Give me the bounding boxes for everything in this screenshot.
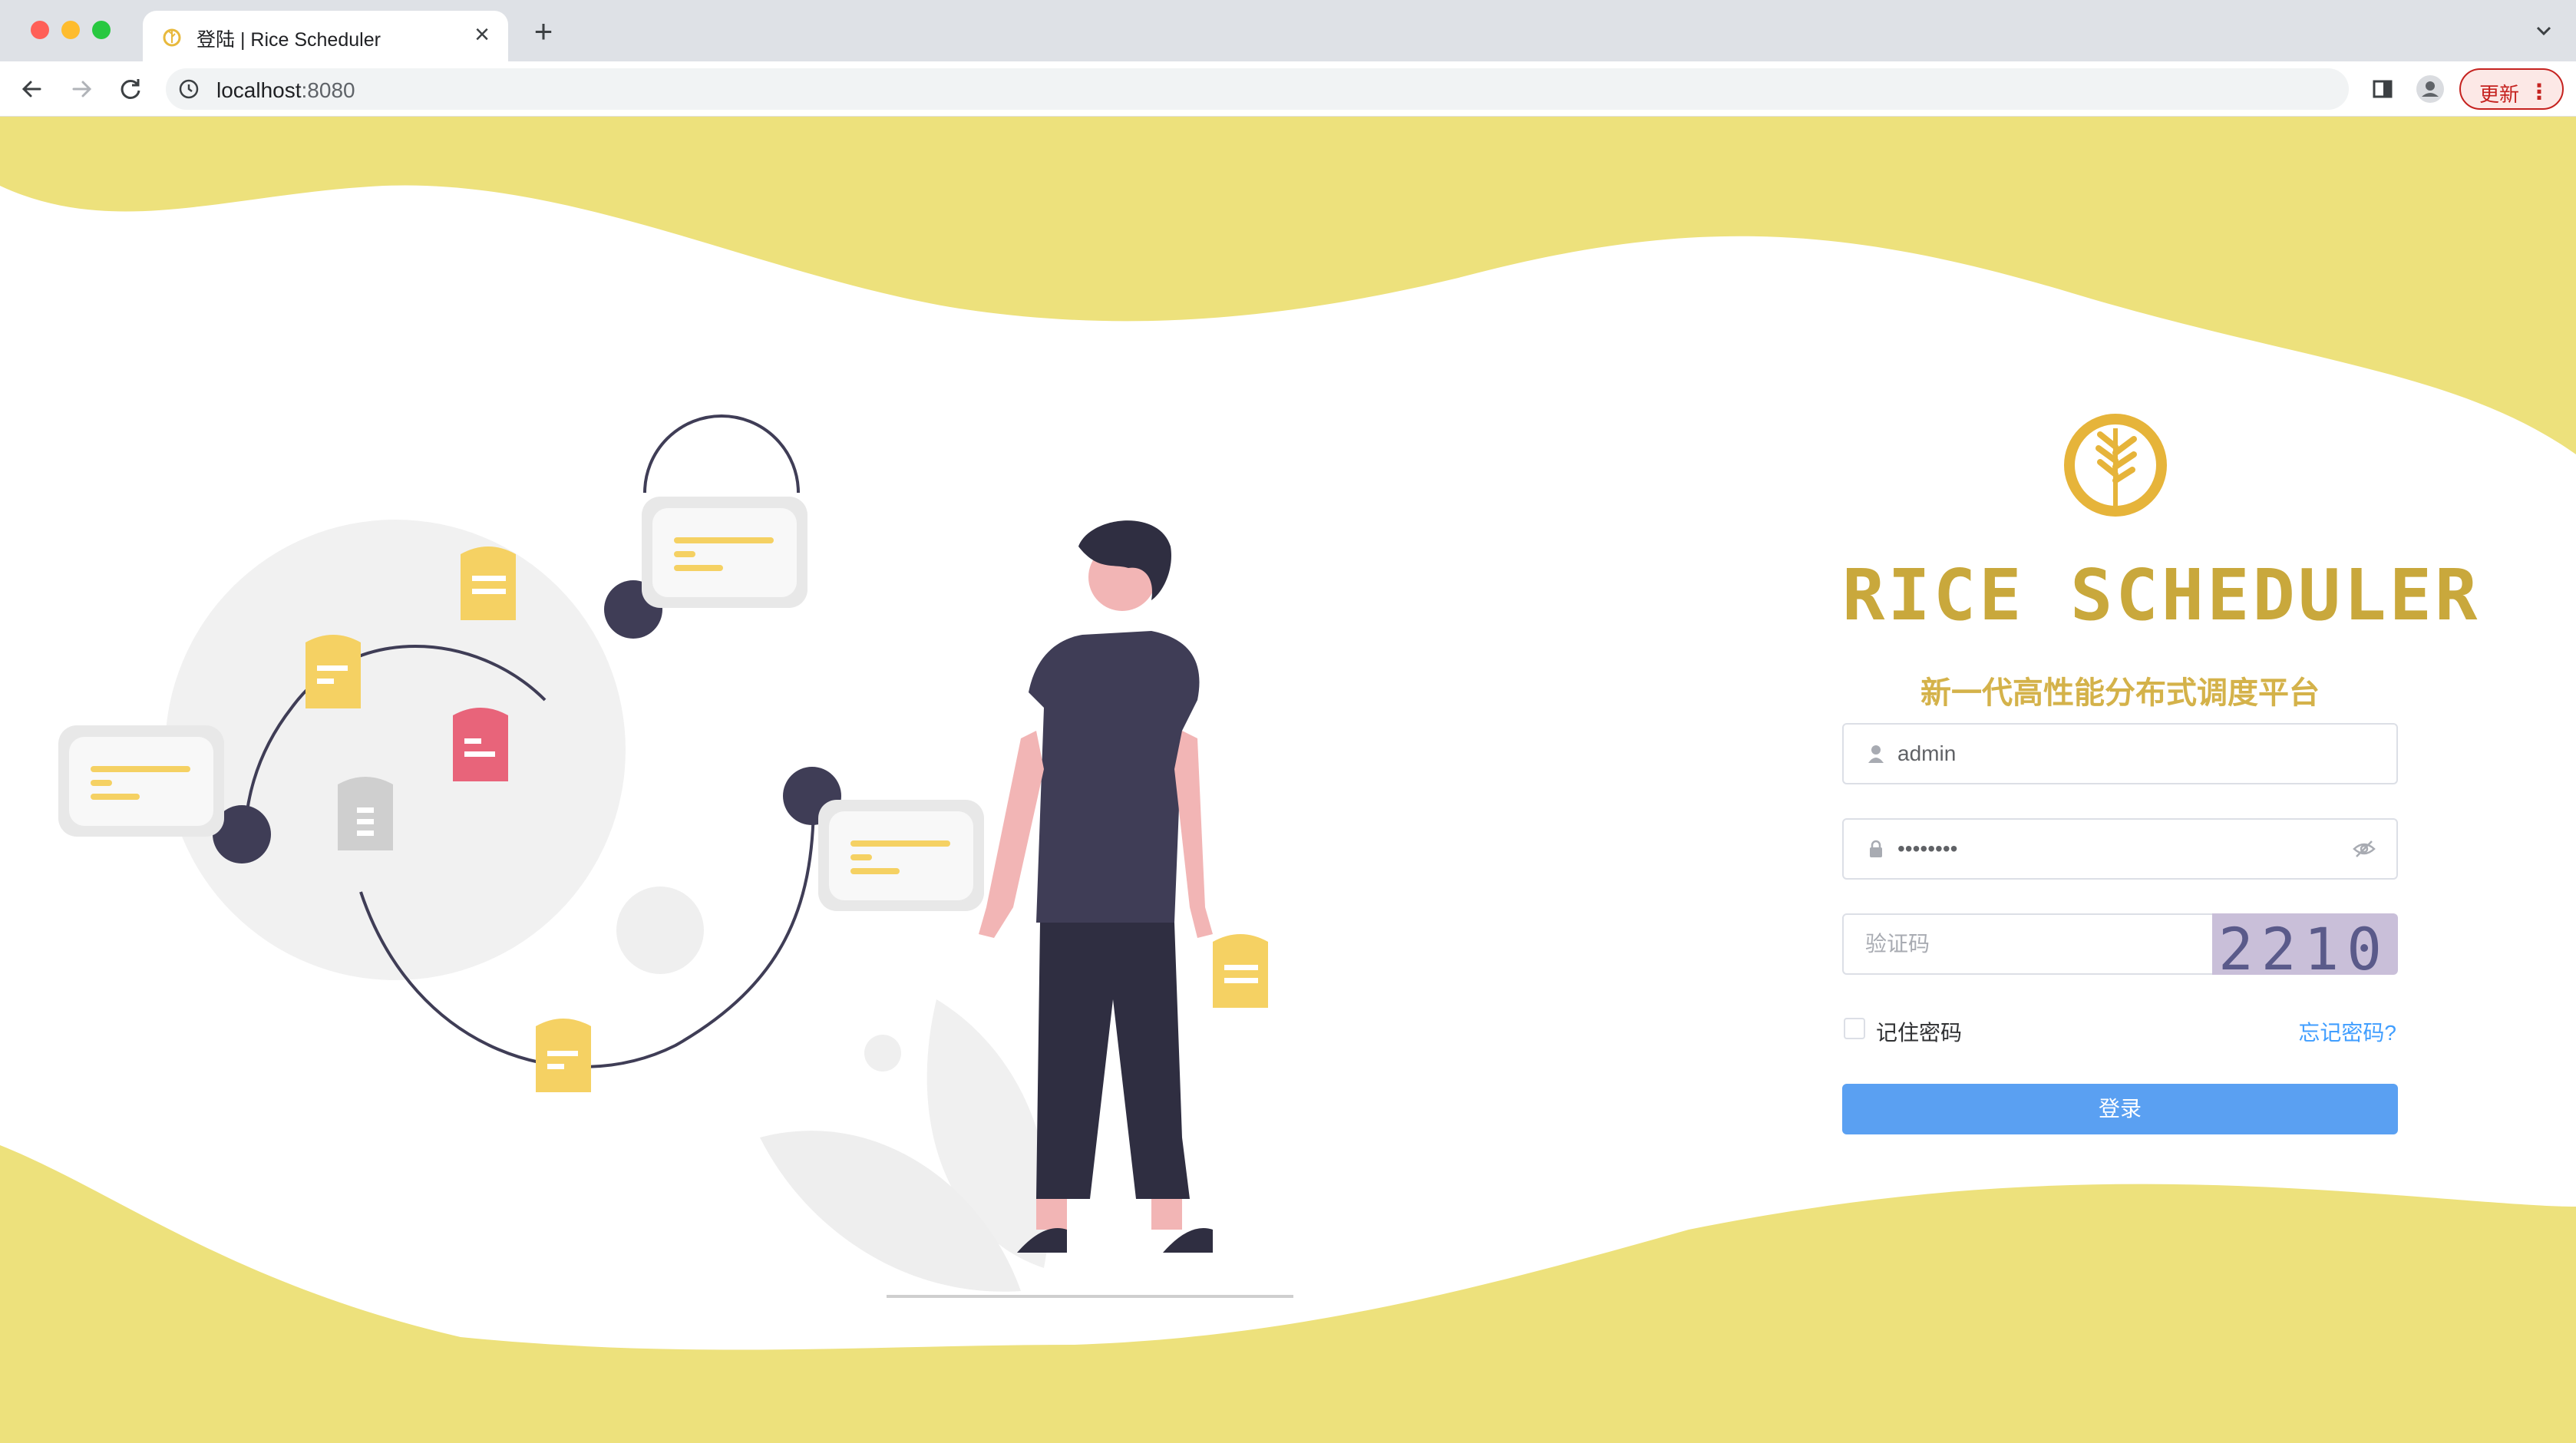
kebab-menu-icon: ⋮ [2528,80,2550,104]
reload-icon[interactable] [114,72,147,106]
hero-illustration [58,414,1293,1298]
username-input[interactable] [1897,725,2327,783]
password-field [1842,818,2398,880]
tab-close-icon[interactable]: × [468,21,496,49]
rice-logo-icon [163,28,181,47]
login-button[interactable]: 登录 [1842,1084,2398,1134]
info-icon[interactable] [178,78,200,100]
password-input[interactable] [1897,820,2327,878]
close-window-button[interactable] [31,21,49,39]
brand-title: RICE SCHEDULER [1842,554,2481,636]
new-tab-icon[interactable]: + [528,15,559,48]
lock-icon [1870,840,1882,857]
captcha-input[interactable] [1865,915,2188,973]
address-host: localhost [216,78,302,102]
login-button-label: 登录 [2098,1097,2142,1121]
forgot-password-link[interactable]: 忘记密码? [2298,1016,2396,1047]
eye-hidden-icon[interactable] [2352,838,2376,860]
browser-tab-bar: 登陆 | Rice Scheduler × + [0,0,2576,61]
address-text: localhost:8080 [216,78,355,103]
active-tab[interactable]: 登陆 | Rice Scheduler × [143,11,508,61]
remember-label: 记住密码 [1876,1021,1963,1045]
forward-icon[interactable] [64,72,98,106]
captcha-field [1842,913,2214,975]
tab-title: 登陆 | Rice Scheduler [197,29,381,51]
browser-toolbar: localhost:8080 更新 ⋮ [0,61,2576,117]
address-port: :8080 [301,78,355,102]
update-label: 更新 [2479,83,2520,106]
back-icon[interactable] [15,72,49,106]
profile-icon[interactable] [2413,72,2447,106]
rice-logo-icon [2064,414,2167,517]
username-field [1842,723,2398,784]
login-panel: RICE SCHEDULER 新一代高性能分布式调度平台 admin •••••… [1842,401,2481,1245]
minimize-window-button[interactable] [61,21,80,39]
tab-search-icon[interactable] [2531,18,2556,43]
captcha-code: 2210 [2218,915,2390,975]
login-page: RICE SCHEDULER 新一代高性能分布式调度平台 admin •••••… [0,117,2576,1443]
address-bar[interactable]: localhost:8080 [166,68,2349,110]
side-panel-icon[interactable] [2366,72,2399,106]
user-icon [1868,745,1884,763]
update-button[interactable]: 更新 ⋮ [2459,68,2564,110]
maximize-window-button[interactable] [92,21,111,39]
brand-slogan: 新一代高性能分布式调度平台 [1920,676,2320,710]
captcha-image[interactable]: 2210 [2212,913,2398,975]
remember-checkbox[interactable] [1844,1018,1865,1039]
